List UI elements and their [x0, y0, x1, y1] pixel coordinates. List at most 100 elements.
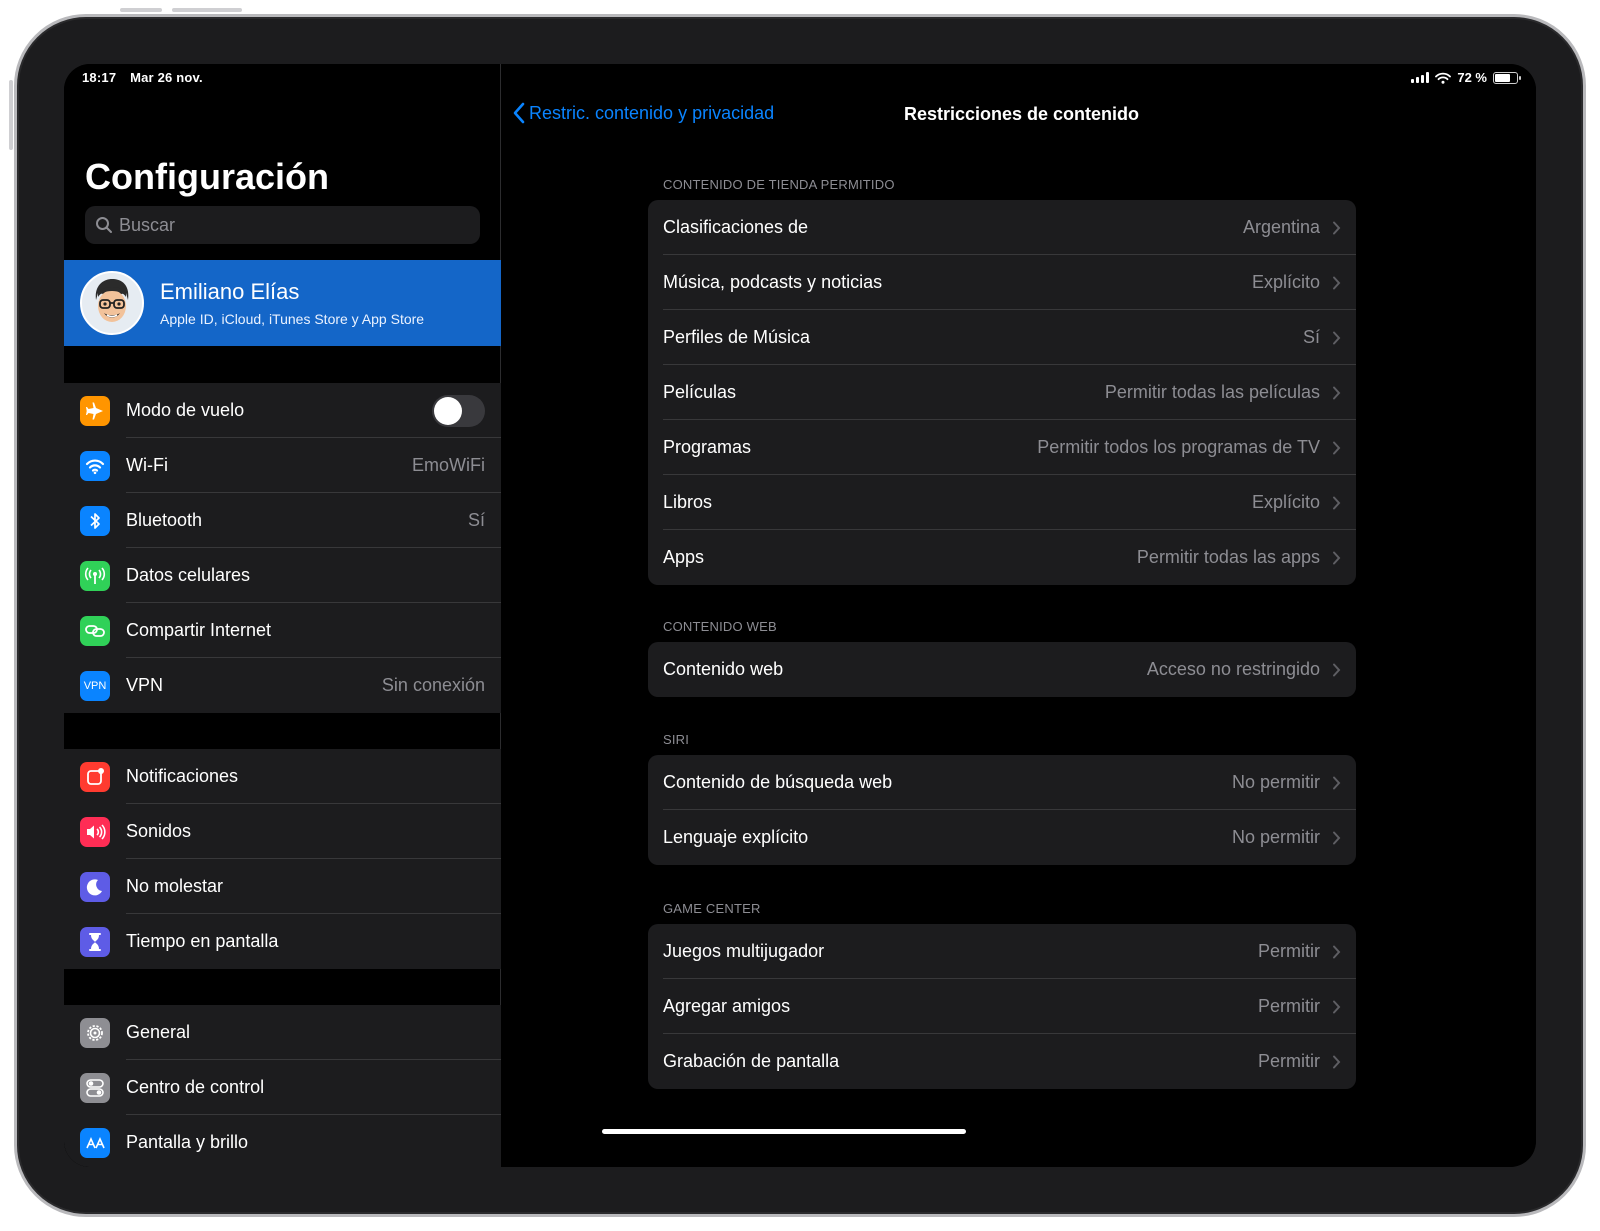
- status-date: Mar 26 nov.: [130, 70, 203, 85]
- airplane-icon: [80, 395, 110, 426]
- row-label: Música, podcasts y noticias: [663, 272, 883, 292]
- row-label: Lenguaje explícito: [663, 827, 809, 847]
- display-icon: [80, 1127, 110, 1158]
- page-title-text: Restricciones de contenido: [903, 104, 1140, 124]
- sidebar-title: Configuración: [85, 156, 329, 197]
- detail-pane: 72 % Restric. contenido y privacidad Res…: [501, 64, 1536, 1167]
- sidebar-item-label: Centro de control: [126, 1077, 265, 1097]
- battery-fill: [1495, 73, 1511, 82]
- section-header: GAME CENTER: [663, 901, 761, 916]
- row-value: Permitir todas las apps: [1136, 547, 1320, 567]
- row-value: Argentina: [1242, 217, 1320, 237]
- sidebar-item-value: Sí: [467, 510, 485, 530]
- row-music-podcasts-news[interactable]: Música, podcasts y noticias Explícito: [648, 255, 1356, 310]
- row-apps[interactable]: Apps Permitir todas las apps: [648, 530, 1356, 585]
- row-value: Permitir todos los programas de TV: [1037, 437, 1320, 457]
- vpn-icon: VPN: [80, 670, 110, 701]
- row-web-content[interactable]: Contenido web Acceso no restringido: [648, 642, 1356, 697]
- row-value: Sí: [1302, 327, 1320, 347]
- sound-icon: [80, 816, 110, 847]
- chevron-right-icon: [1333, 386, 1341, 399]
- chevron-right-icon: [1333, 551, 1341, 564]
- sidebar-item-label: Datos celulares: [126, 565, 251, 585]
- row-screen-recording[interactable]: Grabación de pantalla Permitir: [648, 1034, 1356, 1089]
- section-header: CONTENIDO DE TIENDA PERMITIDO: [663, 177, 895, 192]
- row-label: Agregar amigos: [663, 996, 791, 1016]
- row-value: No permitir: [1231, 772, 1320, 792]
- row-value: Explícito: [1251, 272, 1320, 292]
- chevron-right-icon: [1333, 663, 1341, 676]
- power-button: [120, 8, 162, 12]
- search-icon: [96, 217, 112, 233]
- side-button: [9, 80, 13, 150]
- web-content-card: Contenido web Acceso no restringido: [648, 642, 1356, 697]
- chevron-right-icon: [1333, 776, 1341, 789]
- sidebar-item-bluetooth[interactable]: Bluetooth Sí: [64, 493, 501, 548]
- row-label: Perfiles de Música: [663, 327, 811, 347]
- row-multiplayer-games[interactable]: Juegos multijugador Permitir: [648, 924, 1356, 979]
- row-tv-shows[interactable]: Programas Permitir todos los programas de…: [648, 420, 1356, 475]
- row-label: Películas: [663, 382, 737, 402]
- row-explicit-language[interactable]: Lenguaje explícito No permitir: [648, 810, 1356, 865]
- row-ratings-country[interactable]: Clasificaciones de Argentina: [648, 200, 1356, 255]
- sidebar-item-cellular[interactable]: Datos celulares: [64, 548, 501, 603]
- sidebar-item-do-not-disturb[interactable]: No molestar: [64, 859, 501, 914]
- status-bar-right: 72 %: [1411, 70, 1521, 85]
- row-label: Contenido de búsqueda web: [663, 772, 893, 792]
- sidebar-item-wifi[interactable]: Wi-Fi EmoWiFi: [64, 438, 501, 493]
- row-music-profiles[interactable]: Perfiles de Música Sí: [648, 310, 1356, 365]
- sidebar-item-screen-time[interactable]: Tiempo en pantalla: [64, 914, 501, 969]
- siri-card: Contenido de búsqueda web No permitir Len…: [648, 755, 1356, 865]
- sidebar-item-airplane-mode[interactable]: Modo de vuelo: [64, 383, 501, 438]
- chevron-right-icon: [1333, 276, 1341, 289]
- sidebar-item-sounds[interactable]: Sonidos: [64, 804, 501, 859]
- sidebar-item-label: Notificaciones: [126, 766, 239, 786]
- sidebar-item-notifications[interactable]: Notificaciones: [64, 749, 501, 804]
- row-label: Clasificaciones de: [663, 217, 809, 237]
- search-field[interactable]: Buscar: [85, 206, 480, 244]
- sidebar-item-label: Sonidos: [126, 821, 192, 841]
- memoji-avatar-icon: [82, 273, 142, 333]
- notifications-icon: [80, 761, 110, 792]
- chevron-right-icon: [1333, 1055, 1341, 1068]
- antenna-icon: [80, 560, 110, 591]
- search-placeholder: Buscar: [119, 214, 176, 235]
- gear-icon: [80, 1017, 110, 1048]
- general-group: General Centro de control Pantalla y bri…: [64, 1005, 501, 1167]
- avatar: [80, 271, 144, 335]
- row-movies[interactable]: Películas Permitir todas las películas: [648, 365, 1356, 420]
- row-value: Acceso no restringido: [1146, 659, 1320, 679]
- sidebar-item-label: Bluetooth: [126, 510, 203, 530]
- notifications-group: Notificaciones Sonidos No molestar Tiemp…: [64, 749, 501, 969]
- airplane-mode-toggle[interactable]: [432, 394, 485, 427]
- cellular-signal-icon: [1411, 72, 1430, 83]
- home-indicator[interactable]: [602, 1129, 966, 1134]
- row-books[interactable]: Libros Explícito: [648, 475, 1356, 530]
- profile-name: Emiliano Elías: [160, 279, 300, 304]
- chevron-right-icon: [1333, 441, 1341, 454]
- sidebar-item-label: No molestar: [126, 876, 224, 896]
- status-bar-left: 18:17 Mar 26 nov.: [82, 70, 203, 85]
- sidebar-item-label: Pantalla y brillo: [126, 1132, 249, 1152]
- moon-icon: [80, 871, 110, 902]
- row-add-friends[interactable]: Agregar amigos Permitir: [648, 979, 1356, 1034]
- row-value: Permitir: [1258, 1051, 1320, 1071]
- sidebar-item-control-center[interactable]: Centro de control: [64, 1060, 501, 1115]
- chevron-right-icon: [1333, 831, 1341, 844]
- sidebar-item-label: General: [126, 1022, 191, 1042]
- chevron-right-icon: [1333, 945, 1341, 958]
- section-header: CONTENIDO WEB: [663, 619, 777, 634]
- row-value: Permitir todas las películas: [1104, 382, 1320, 402]
- sidebar-item-display[interactable]: Pantalla y brillo: [64, 1115, 501, 1167]
- row-label: Libros: [663, 492, 713, 512]
- apple-id-profile[interactable]: Emiliano Elías Apple ID, iCloud, iTunes …: [64, 260, 501, 346]
- toggles-icon: [80, 1072, 110, 1103]
- sidebar-item-label: Modo de vuelo: [126, 400, 245, 420]
- row-web-search-content[interactable]: Contenido de búsqueda web No permitir: [648, 755, 1356, 810]
- sidebar-item-hotspot[interactable]: Compartir Internet: [64, 603, 501, 658]
- battery-percentage: 72 %: [1457, 70, 1487, 85]
- connectivity-group: Modo de vuelo Wi-Fi EmoWiFi Bluetooth Sí: [64, 383, 501, 713]
- chevron-right-icon: [1333, 221, 1341, 234]
- sidebar-item-general[interactable]: General: [64, 1005, 501, 1060]
- sidebar-item-vpn[interactable]: VPN VPN Sin conexión: [64, 658, 501, 713]
